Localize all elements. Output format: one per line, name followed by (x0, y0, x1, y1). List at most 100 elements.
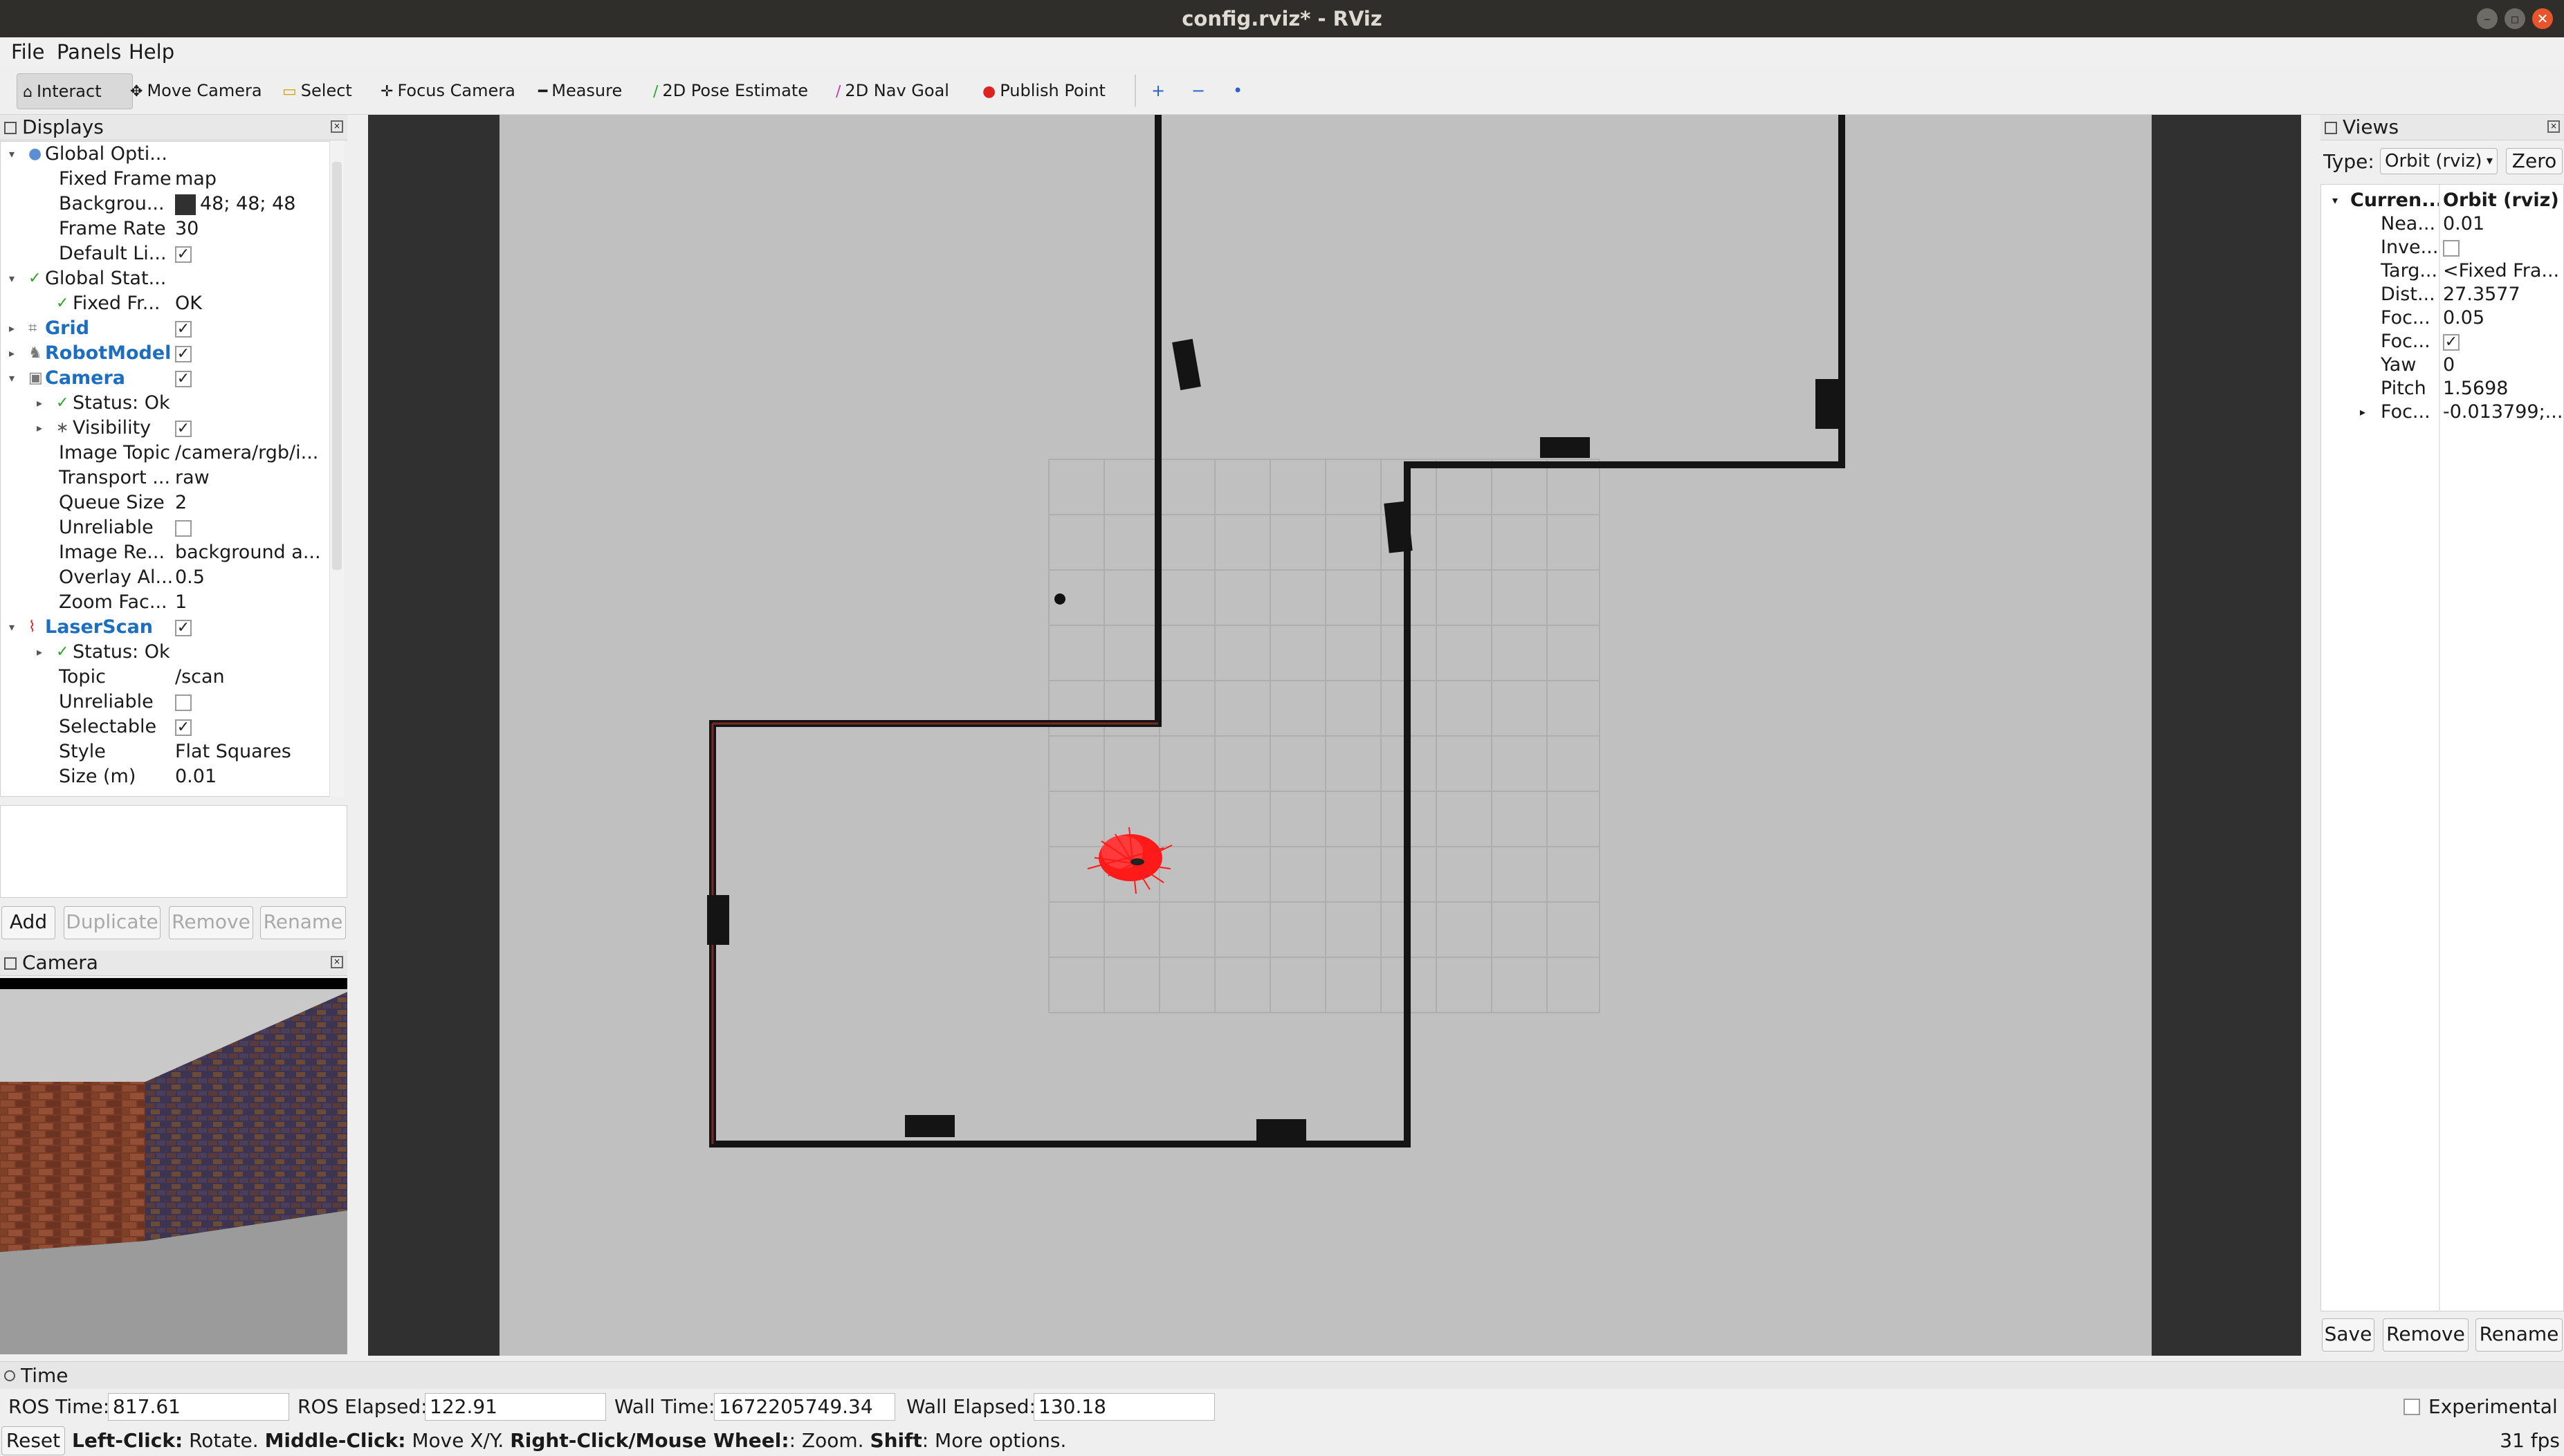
tool-interact[interactable]: ⌂ Interact (17, 73, 133, 109)
tree-row-overlay-alpha[interactable]: Overlay Al... 0.5 (1, 565, 330, 590)
collapse-arrow-icon[interactable]: ▾ (9, 366, 15, 391)
size-value[interactable]: 0.01 (175, 764, 327, 789)
remove-button[interactable]: Remove (169, 906, 253, 939)
tree-row-style[interactable]: Style Flat Squares (1, 739, 330, 764)
camera-image-view[interactable] (0, 978, 347, 1354)
focal-shape-checkbox[interactable]: ✓ (2443, 333, 2460, 351)
tree-row-grid[interactable]: ▸ ⌗ Grid ✓ (1, 316, 330, 341)
tree-row-laserscan[interactable]: ▾ ⌇ LaserScan ✓ (1, 615, 330, 640)
menu-panels[interactable]: Panels (57, 37, 121, 66)
tree-row-unreliable-2[interactable]: Unreliable (1, 690, 330, 715)
tool-focus-camera[interactable]: ✛ Focus Camera (381, 73, 515, 108)
reset-button[interactable]: Reset (1, 1426, 65, 1455)
save-view-button[interactable]: Save (2322, 1318, 2374, 1352)
visibility-checkbox[interactable]: ✓ (175, 420, 192, 437)
view-row-near-clip[interactable]: Nea... 0.01 (2321, 212, 2564, 236)
tree-row-background[interactable]: Backgrou... 48; 48; 48 (1, 192, 330, 216)
camera-checkbox[interactable]: ✓ (175, 370, 192, 387)
topic-value[interactable]: /scan (175, 665, 327, 690)
expand-arrow-icon[interactable]: ▸ (37, 391, 42, 416)
collapse-arrow-icon[interactable]: ▾ (9, 615, 15, 640)
tree-row-default-light[interactable]: Default Li... ✓ (1, 241, 330, 266)
tool-properties-icon[interactable]: • (1233, 73, 1243, 108)
background-color-value[interactable]: 48; 48; 48 (175, 192, 327, 216)
collapse-arrow-icon[interactable]: ▾ (2332, 189, 2338, 212)
grid-checkbox[interactable]: ✓ (175, 320, 192, 338)
displays-scrollbar[interactable] (329, 141, 345, 797)
expand-arrow-icon[interactable]: ▸ (37, 416, 42, 441)
panel-close-icon[interactable]: × (331, 956, 343, 968)
expand-arrow-icon[interactable]: ▸ (37, 640, 42, 665)
render-viewport[interactable] (368, 115, 2301, 1356)
rename-view-button[interactable]: Rename (2475, 1318, 2563, 1352)
ros-time-field[interactable]: 817.61 (108, 1393, 289, 1421)
queue-size-value[interactable]: 2 (175, 490, 327, 515)
transport-value[interactable]: raw (175, 466, 327, 490)
rename-button[interactable]: Rename (260, 906, 346, 939)
fixed-frame-value[interactable]: map (175, 167, 327, 192)
add-tool-icon[interactable]: + (1151, 73, 1165, 108)
tree-row-image-rendering[interactable]: Image Re... background a... (1, 540, 330, 565)
tool-measure[interactable]: ━ Measure (538, 73, 622, 108)
tree-row-visibility[interactable]: ▸ ∗ Visibility ✓ (1, 416, 330, 441)
expand-arrow-icon[interactable]: ▸ (9, 341, 15, 366)
tree-row-zoom-factor[interactable]: Zoom Fac... 1 (1, 590, 330, 615)
zoom-factor-value[interactable]: 1 (175, 590, 327, 615)
image-rendering-value[interactable]: background a... (175, 540, 327, 565)
tree-row-selectable[interactable]: Selectable ✓ (1, 715, 330, 739)
robot-model-checkbox[interactable]: ✓ (175, 345, 192, 362)
minimize-icon[interactable]: – (2477, 8, 2498, 29)
zero-button[interactable]: Zero (2506, 148, 2563, 174)
laserscan-checkbox[interactable]: ✓ (175, 619, 192, 636)
image-topic-value[interactable]: /camera/rgb/i... (175, 441, 327, 466)
unreliable-checkbox[interactable] (175, 519, 192, 537)
tree-row-global-status[interactable]: ▾ ✓ Global Stat... (1, 266, 330, 291)
tree-row-queue-size[interactable]: Queue Size 2 (1, 490, 330, 515)
remove-tool-icon[interactable]: − (1191, 73, 1205, 108)
frame-rate-value[interactable]: 30 (175, 216, 327, 241)
view-type-dropdown[interactable]: Orbit (rviz) ▾ (2380, 148, 2498, 174)
tree-row-image-topic[interactable]: Image Topic /camera/rgb/i... (1, 441, 330, 466)
selectable-checkbox[interactable]: ✓ (175, 719, 192, 736)
duplicate-button[interactable]: Duplicate (64, 906, 161, 939)
view-row-pitch[interactable]: Pitch 1.5698 (2321, 377, 2564, 400)
collapse-arrow-icon[interactable]: ▾ (9, 142, 15, 167)
wall-time-field[interactable]: 1672205749.34 (714, 1393, 895, 1421)
remove-view-button[interactable]: Remove (2383, 1318, 2469, 1352)
tree-row-robot-model[interactable]: ▸ ♞ RobotModel ✓ (1, 341, 330, 366)
experimental-checkbox[interactable] (2403, 1399, 2420, 1415)
tree-row-global-options[interactable]: ▾ ● Global Opti... (1, 142, 330, 167)
default-light-checkbox[interactable]: ✓ (175, 246, 192, 263)
tree-row-laserscan-status[interactable]: ▸ ✓ Status: Ok (1, 640, 330, 665)
tree-row-transport[interactable]: Transport ... raw (1, 466, 330, 490)
tree-row-fixed-frame-status[interactable]: ✓ Fixed Fr... OK (1, 291, 330, 316)
tool-select[interactable]: ▭ Select (282, 73, 352, 108)
view-row-target-frame[interactable]: Targ... <Fixed Fra... (2321, 259, 2564, 283)
menu-help[interactable]: Help (129, 37, 174, 66)
view-row-invert[interactable]: Inve... (2321, 236, 2564, 259)
tree-row-fixed-frame[interactable]: Fixed Frame map (1, 167, 330, 192)
expand-arrow-icon[interactable]: ▸ (9, 316, 15, 341)
scrollbar-thumb[interactable] (332, 162, 342, 570)
view-row-yaw[interactable]: Yaw 0 (2321, 353, 2564, 377)
unreliable-checkbox[interactable] (175, 694, 192, 711)
style-value[interactable]: Flat Squares (175, 739, 327, 764)
tool-publish-point[interactable]: ● Publish Point (982, 73, 1106, 108)
tree-row-size[interactable]: Size (m) 0.01 (1, 764, 330, 789)
tool-2d-nav-goal[interactable]: ∕ 2D Nav Goal (836, 73, 949, 108)
tree-row-topic[interactable]: Topic /scan (1, 665, 330, 690)
tree-row-unreliable[interactable]: Unreliable (1, 515, 330, 540)
panel-close-icon[interactable]: × (331, 120, 343, 133)
view-row-focal-size[interactable]: Foc... 0.05 (2321, 306, 2564, 330)
maximize-icon[interactable]: ▫ (2505, 8, 2525, 29)
view-row-focal-point[interactable]: ▸ Foc... -0.013799;... (2321, 400, 2564, 424)
expand-arrow-icon[interactable]: ▸ (2360, 400, 2365, 424)
wall-elapsed-field[interactable]: 130.18 (1034, 1393, 1215, 1421)
panel-close-icon[interactable]: × (2547, 120, 2560, 133)
tree-row-camera[interactable]: ▾ ▣ Camera ✓ (1, 366, 330, 391)
ros-elapsed-field[interactable]: 122.91 (425, 1393, 606, 1421)
add-button[interactable]: Add (1, 906, 55, 939)
overlay-alpha-value[interactable]: 0.5 (175, 565, 327, 590)
tool-2d-pose-estimate[interactable]: ∕ 2D Pose Estimate (653, 73, 808, 108)
close-icon[interactable]: ✕ (2532, 8, 2553, 29)
